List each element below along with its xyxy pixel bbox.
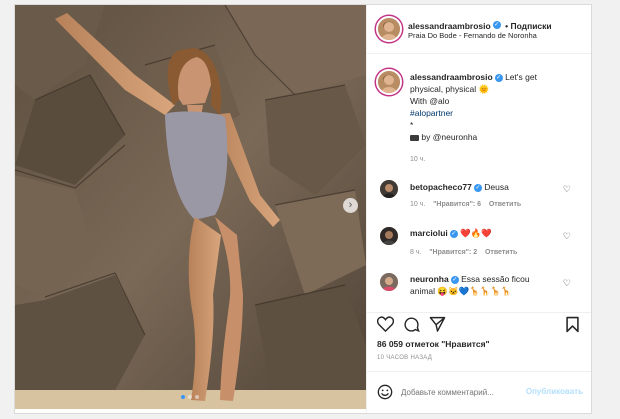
- post-actions: [367, 312, 591, 338]
- caption-line: physical, physical 🌞: [410, 84, 490, 94]
- caption-username[interactable]: alessandraambrosio: [410, 72, 493, 82]
- carousel-dot: [188, 395, 192, 399]
- caption-avatar[interactable]: [376, 69, 402, 95]
- verified-icon: ✓: [473, 183, 482, 192]
- comment-meta: 8 ч. "Нравится": 2 Ответить: [410, 249, 517, 256]
- credit-prefix: by: [421, 132, 431, 142]
- comment-username[interactable]: neuronha: [410, 274, 449, 284]
- author-avatar[interactable]: [376, 16, 402, 42]
- caption-time: 10 ч.: [410, 156, 426, 163]
- comment-like-icon[interactable]: ♡: [563, 278, 571, 289]
- post-time[interactable]: 10 ЧАСОВ НАЗАД: [377, 355, 432, 361]
- comment-icon[interactable]: [403, 316, 420, 333]
- caption-line: Let's get: [505, 72, 537, 82]
- comment-input[interactable]: [401, 384, 531, 400]
- add-comment-bar: Опубликовать: [367, 371, 591, 412]
- publish-button[interactable]: Опубликовать: [526, 387, 583, 396]
- verified-icon: ✓: [450, 275, 459, 284]
- caption-line: With @alo: [410, 96, 450, 106]
- author-username[interactable]: alessandraambrosio: [408, 21, 491, 31]
- comment-username[interactable]: marciolui: [410, 228, 448, 238]
- next-photo-button[interactable]: ›: [343, 198, 358, 213]
- comment-likes[interactable]: "Нравится": 6: [433, 201, 481, 208]
- comment-text: Deusa: [484, 182, 509, 192]
- likes-count[interactable]: 86 059 отметок "Нравится": [377, 339, 490, 349]
- reply-button[interactable]: Ответить: [489, 201, 521, 208]
- post-photo[interactable]: ›: [15, 5, 366, 409]
- comment-avatar[interactable]: [380, 227, 398, 245]
- briefcase-icon: [410, 134, 419, 141]
- comment-meta: 10 ч. "Нравится": 6 Ответить: [410, 201, 521, 208]
- comment-username[interactable]: betopacheco77: [410, 182, 472, 192]
- comment-text: ❤️🔥❤️: [460, 228, 492, 238]
- caption: alessandraambrosio ✓ Let's get physical, …: [410, 71, 588, 143]
- photo-image: [15, 5, 366, 409]
- verified-icon: ✓: [494, 73, 503, 82]
- post-location[interactable]: Praia Do Bode - Fernando de Noronha: [408, 31, 537, 40]
- comment-likes[interactable]: "Нравится": 2: [429, 249, 477, 256]
- share-icon[interactable]: [429, 316, 446, 332]
- post-side-panel: alessandraambrosio ✓ • Подписки Praia Do …: [366, 5, 591, 413]
- carousel-dot: [195, 395, 199, 399]
- comment: marciolui ✓ ❤️🔥❤️: [410, 227, 570, 239]
- verified-icon: ✓: [449, 229, 458, 238]
- emoji-icon[interactable]: [377, 384, 393, 400]
- comment-avatar[interactable]: [380, 273, 398, 291]
- comment: neuronha ✓ Essa sessão ficou animal 😝🐱💙🦒🦒…: [410, 273, 570, 297]
- comment-text: Essa sessão ficou: [461, 274, 530, 284]
- bookmark-icon[interactable]: [565, 316, 580, 333]
- reply-button[interactable]: Ответить: [485, 249, 517, 256]
- carousel-dot: [181, 395, 185, 399]
- comment-text: animal 😝🐱💙🦒🦒🦒🦒: [410, 286, 512, 296]
- comment-like-icon[interactable]: ♡: [563, 184, 571, 195]
- comment-like-icon[interactable]: ♡: [563, 231, 571, 242]
- follow-button[interactable]: • Подписки: [505, 21, 552, 31]
- heart-icon[interactable]: [377, 316, 394, 332]
- comment: betopacheco77 ✓ Deusa: [410, 181, 570, 193]
- comment-time: 8 ч.: [410, 249, 422, 256]
- post-header: alessandraambrosio ✓ • Подписки Praia Do …: [367, 5, 591, 54]
- comment-time: 10 ч.: [410, 201, 426, 208]
- caption-line: *: [410, 120, 414, 130]
- credit-user-link[interactable]: @neuronha: [433, 132, 478, 142]
- post-card: › alessandraambrosio ✓ • Подписки Praia D…: [14, 4, 592, 414]
- comment-avatar[interactable]: [380, 180, 398, 198]
- hashtag-link[interactable]: #alopartner: [410, 108, 453, 118]
- verified-icon: ✓: [492, 20, 501, 29]
- chevron-right-icon: ›: [348, 199, 353, 211]
- carousel-dots: [181, 395, 199, 399]
